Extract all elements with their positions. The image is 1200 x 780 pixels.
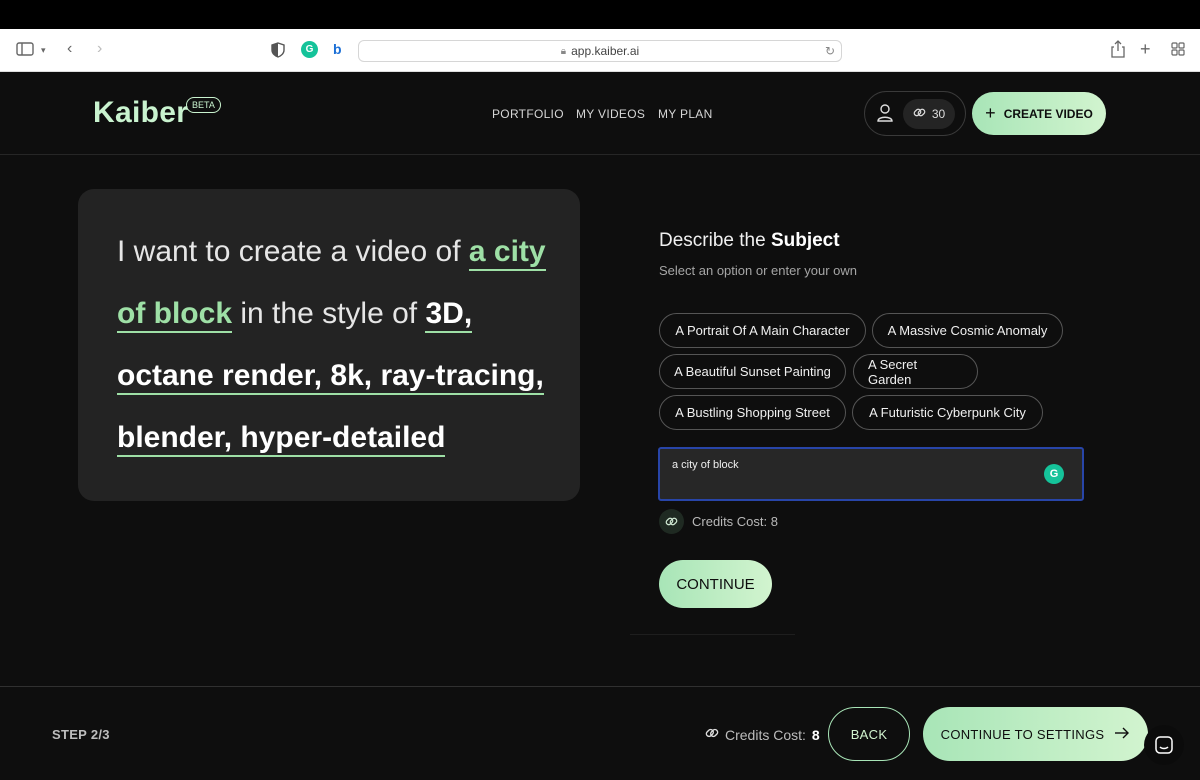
subject-credits-text: Credits Cost: 8 bbox=[692, 514, 778, 529]
user-icon[interactable] bbox=[877, 104, 893, 127]
app-header: Kaiber BETA PORTFOLIO MY VIDEOS MY PLAN … bbox=[0, 72, 1200, 155]
link-icon bbox=[705, 726, 719, 743]
wizard-footer: STEP 2/3 Credits Cost: 8 BACK CONTINUE T… bbox=[0, 686, 1200, 780]
subject-title-bold: Subject bbox=[770, 230, 840, 251]
subject-option-shopping-street[interactable]: A Bustling Shopping Street bbox=[659, 395, 846, 430]
subject-option-sunset-painting[interactable]: A Beautiful Sunset Painting bbox=[659, 354, 846, 389]
divider bbox=[630, 634, 795, 635]
subject-subtitle: Select an option or enter your own bbox=[659, 263, 858, 278]
step-indicator: STEP 2/3 bbox=[52, 727, 110, 742]
nav-portfolio[interactable]: PORTFOLIO bbox=[492, 107, 564, 121]
chevron-down-icon[interactable]: ▾ bbox=[41, 45, 46, 56]
link-icon bbox=[913, 106, 926, 122]
account-pill[interactable]: 30 bbox=[864, 91, 966, 136]
tab-overview-icon[interactable] bbox=[1171, 42, 1185, 56]
back-button[interactable]: BACK bbox=[828, 707, 910, 761]
credits-balance[interactable]: 30 bbox=[903, 99, 955, 129]
url-text: app.kaiber.ai bbox=[571, 44, 640, 58]
footer-credits-cost: Credits Cost: 8 bbox=[705, 726, 820, 743]
app-root: Kaiber BETA PORTFOLIO MY VIDEOS MY PLAN … bbox=[0, 72, 1200, 780]
bing-extension-icon[interactable]: b bbox=[333, 41, 342, 57]
subject-option-cosmic-anomaly[interactable]: A Massive Cosmic Anomaly bbox=[872, 313, 1063, 348]
prompt-prefix: I want to create a video of bbox=[117, 235, 461, 268]
subject-option-cyberpunk-city[interactable]: A Futuristic Cyberpunk City bbox=[852, 395, 1043, 430]
subject-credits-cost: Credits Cost: 8 bbox=[659, 509, 778, 534]
subject-title: Describe the Subject bbox=[659, 230, 840, 252]
arrow-right-icon bbox=[1114, 727, 1130, 742]
continue-to-settings-label: CONTINUE TO SETTINGS bbox=[940, 726, 1105, 742]
prompt-sentence: I want to create a video of a city of bl… bbox=[117, 221, 547, 469]
nav-my-videos[interactable]: MY VIDEOS bbox=[576, 107, 645, 121]
lock-icon: 🔒︎ bbox=[560, 45, 567, 57]
footer-credits-value: 8 bbox=[811, 726, 820, 743]
shield-icon[interactable] bbox=[271, 42, 285, 58]
kaiber-logo[interactable]: Kaiber bbox=[93, 96, 188, 130]
grammarly-extension-icon[interactable]: G bbox=[301, 41, 318, 58]
sidebar-toggle-icon[interactable] bbox=[16, 42, 34, 56]
address-bar[interactable]: 🔒︎ app.kaiber.ai ↻ bbox=[358, 40, 842, 62]
forward-arrow-icon[interactable]: › bbox=[97, 40, 102, 58]
create-video-button[interactable]: + CREATE VIDEO bbox=[972, 92, 1106, 135]
browser-toolbar: ▾ ‹ › G b 🔒︎ app.kaiber.ai ↻ + bbox=[0, 29, 1200, 72]
footer-credits-label: Credits Cost: bbox=[725, 726, 806, 743]
subject-option-portrait[interactable]: A Portrait Of A Main Character bbox=[659, 313, 866, 348]
plus-icon: + bbox=[985, 103, 996, 123]
subject-option-secret-garden[interactable]: A Secret Garden bbox=[853, 354, 978, 389]
continue-to-settings-button[interactable]: CONTINUE TO SETTINGS bbox=[923, 707, 1148, 761]
share-icon[interactable] bbox=[1111, 40, 1125, 58]
grammarly-icon[interactable]: G bbox=[1044, 464, 1064, 484]
prompt-preview-card: I want to create a video of a city of bl… bbox=[78, 189, 580, 501]
create-video-label: CREATE VIDEO bbox=[1003, 106, 1093, 121]
prompt-middle: in the style of bbox=[240, 297, 418, 330]
continue-button[interactable]: CONTINUE bbox=[659, 560, 772, 608]
subject-input[interactable]: a city of block bbox=[658, 447, 1084, 501]
beta-badge: BETA bbox=[186, 97, 221, 113]
nav-my-plan[interactable]: MY PLAN bbox=[658, 107, 713, 121]
chat-support-icon[interactable] bbox=[1144, 725, 1184, 765]
back-arrow-icon[interactable]: ‹ bbox=[67, 40, 72, 58]
reload-icon[interactable]: ↻ bbox=[825, 44, 835, 58]
link-icon bbox=[659, 509, 684, 534]
new-tab-icon[interactable]: + bbox=[1140, 39, 1151, 60]
credits-count: 30 bbox=[931, 107, 946, 121]
subject-title-prefix: Describe the bbox=[659, 230, 766, 251]
top-strip bbox=[0, 0, 1200, 29]
